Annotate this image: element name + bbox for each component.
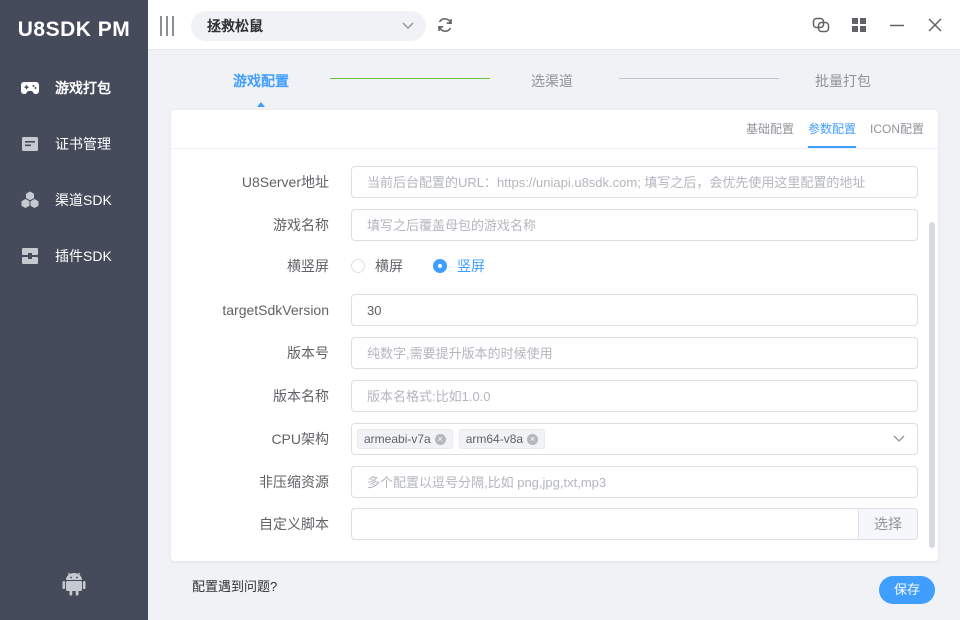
radio-label: 竖屏 <box>457 258 485 274</box>
version-code-label: 版本号 <box>287 345 329 361</box>
radio-dot <box>433 259 447 273</box>
form-row-custom-script: 自定义脚本 选择 <box>171 508 938 540</box>
game-name-input[interactable] <box>351 209 918 241</box>
certificate-icon <box>21 135 39 153</box>
steps: 游戏配置 选渠道 批量打包 <box>148 50 960 110</box>
orientation-label: 横竖屏 <box>287 258 329 274</box>
app-title: U8SDK PM <box>17 18 131 41</box>
menu-toggle-icon[interactable] <box>160 16 174 36</box>
save-button[interactable]: 保存 <box>879 576 935 604</box>
sidebar-item-label: 游戏打包 <box>55 80 111 96</box>
topbar: 拯救松鼠 <box>148 0 960 50</box>
minimize-icon[interactable] <box>888 16 906 34</box>
subtabs: 基础配置 参数配置 ICON配置 <box>732 110 924 148</box>
radio-landscape[interactable]: 横屏 <box>351 250 403 282</box>
android-icon[interactable] <box>62 570 86 596</box>
form-row-orientation: 横竖屏 横屏 竖屏 <box>171 250 938 282</box>
tag-close-icon[interactable]: × <box>527 433 539 445</box>
sidebar-item-certificates[interactable]: 证书管理 <box>0 116 148 172</box>
cpu-arch-select[interactable]: armeabi-v7a × arm64-v8a × <box>351 423 918 455</box>
chevron-down-icon <box>402 11 414 51</box>
step-batch-pack[interactable]: 批量打包 <box>815 71 871 91</box>
game-select[interactable]: 拯救松鼠 <box>191 11 426 41</box>
custom-script-label: 自定义脚本 <box>259 516 329 532</box>
tag-label: arm64-v8a <box>465 432 524 446</box>
game-name-label: 游戏名称 <box>273 217 329 233</box>
game-select-value: 拯救松鼠 <box>207 18 263 34</box>
refresh-icon[interactable] <box>436 16 454 34</box>
no-compress-input[interactable] <box>351 466 918 498</box>
divider <box>171 148 938 149</box>
scrollbar[interactable] <box>929 222 935 548</box>
sidebar-item-plugin-sdk[interactable]: 插件SDK <box>0 228 148 284</box>
cpu-tag: arm64-v8a × <box>458 429 546 449</box>
u8server-label: U8Server地址 <box>241 174 329 190</box>
sidebar-item-label: 证书管理 <box>55 136 111 152</box>
target-sdk-label: targetSdkVersion <box>222 302 329 318</box>
version-code-input[interactable] <box>351 337 918 369</box>
version-name-label: 版本名称 <box>273 388 329 404</box>
radio-portrait[interactable]: 竖屏 <box>433 250 485 282</box>
grid-icon[interactable] <box>850 16 868 34</box>
chevron-down-icon <box>893 432 905 449</box>
tab-icon-config[interactable]: ICON配置 <box>870 110 924 148</box>
tab-basic-config[interactable]: 基础配置 <box>746 110 794 148</box>
plugin-icon <box>21 247 39 265</box>
no-compress-label: 非压缩资源 <box>259 474 329 490</box>
step-select-channel[interactable]: 选渠道 <box>531 71 573 91</box>
radio-label: 横屏 <box>375 258 403 274</box>
radio-dot <box>351 259 365 273</box>
version-name-input[interactable] <box>351 380 918 412</box>
sidebar-item-label: 插件SDK <box>55 248 112 264</box>
step-game-config[interactable]: 游戏配置 <box>233 71 289 91</box>
target-sdk-input[interactable] <box>351 294 918 326</box>
form-row-version-code: 版本号 <box>171 337 938 369</box>
link-icon[interactable] <box>812 16 830 34</box>
gamepad-icon <box>21 79 39 97</box>
close-icon[interactable] <box>926 16 944 34</box>
form-row-cpu-arch: CPU架构 armeabi-v7a × arm64-v8a × <box>171 423 938 455</box>
step-connector <box>619 78 779 79</box>
step-active-caret <box>257 102 265 107</box>
custom-script-input[interactable] <box>351 508 858 540</box>
u8server-input[interactable] <box>351 166 918 198</box>
form-row-version-name: 版本名称 <box>171 380 938 412</box>
tab-param-config[interactable]: 参数配置 <box>807 110 856 148</box>
cubes-icon <box>21 191 39 209</box>
sidebar-item-game-pack[interactable]: 游戏打包 <box>0 60 148 116</box>
sidebar: U8SDK PM 游戏打包 证书管理 渠道SDK 插件SDK <box>0 0 148 620</box>
help-link[interactable]: 配置遇到问题? <box>192 576 277 595</box>
config-card: 基础配置 参数配置 ICON配置 U8Server地址 游戏名称 横竖屏 横屏 … <box>171 110 938 561</box>
sidebar-item-channel-sdk[interactable]: 渠道SDK <box>0 172 148 228</box>
cpu-arch-label: CPU架构 <box>271 431 329 447</box>
tag-label: armeabi-v7a <box>364 432 431 446</box>
step-connector-done <box>330 78 490 79</box>
form-row-no-compress: 非压缩资源 <box>171 466 938 498</box>
choose-file-button[interactable]: 选择 <box>858 508 918 540</box>
form-row-u8server: U8Server地址 <box>171 166 938 198</box>
sidebar-item-label: 渠道SDK <box>55 192 112 208</box>
tag-close-icon[interactable]: × <box>434 433 446 445</box>
form-row-game-name: 游戏名称 <box>171 209 938 241</box>
cpu-tag: armeabi-v7a × <box>357 429 453 449</box>
form-row-target-sdk: targetSdkVersion <box>171 294 938 326</box>
